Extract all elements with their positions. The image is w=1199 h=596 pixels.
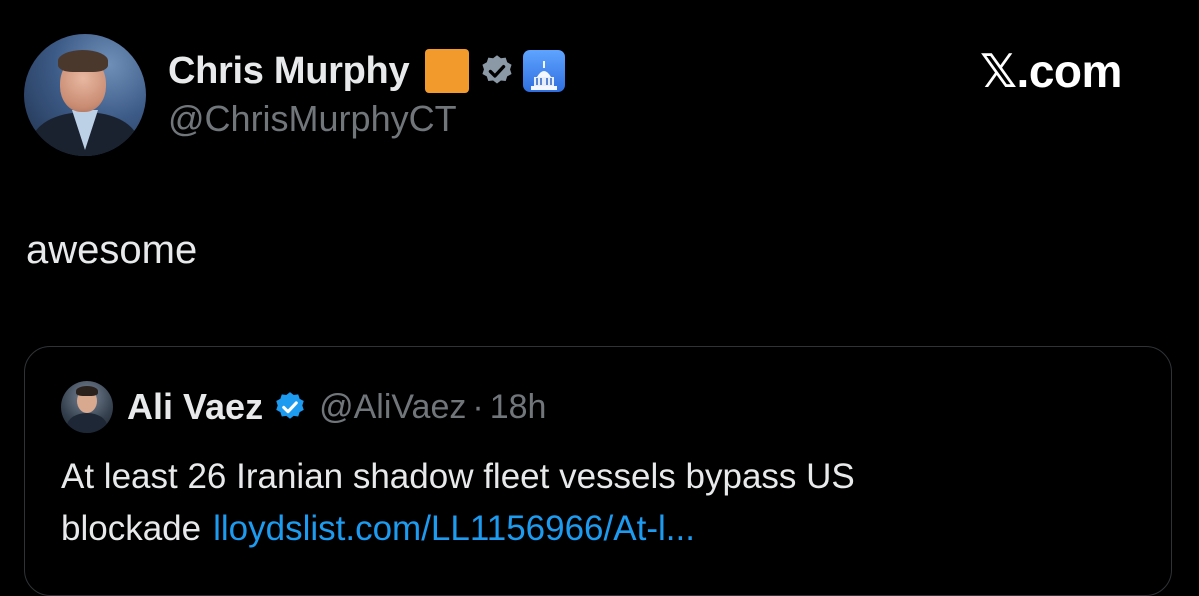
avatar-hair [58, 50, 108, 72]
author-name-row: Chris Murphy [168, 46, 566, 96]
orange-square-icon [425, 49, 470, 93]
author-avatar[interactable] [24, 34, 146, 156]
author-name[interactable]: Chris Murphy [168, 50, 410, 93]
author-handle[interactable]: @ChrisMurphyCT [168, 98, 457, 140]
x-logo-watermark: 𝕏.com [980, 45, 1122, 97]
quote-header: Ali Vaez @AliVaez · 18h [127, 385, 546, 429]
quote-verified-badge-icon [276, 392, 304, 419]
quote-avatar-body [67, 413, 107, 433]
quote-author-avatar[interactable] [61, 381, 113, 433]
quote-avatar-hair [76, 386, 98, 396]
quote-tweet-card[interactable]: Ali Vaez @AliVaez · 18h At least 26 Iran… [24, 346, 1172, 596]
verified-badge-icon [482, 55, 512, 84]
quote-separator: · [472, 387, 484, 426]
quote-body: At least 26 Iranian shadow fleet vessels… [61, 451, 1141, 555]
quote-author-name[interactable]: Ali Vaez [127, 386, 263, 428]
quote-author-handle[interactable]: @AliVaez [319, 388, 466, 427]
quote-link[interactable]: lloydslist.com/LL1156966/At-l... [213, 509, 695, 548]
capitol-icon [523, 50, 566, 92]
quote-timestamp[interactable]: 18h [490, 388, 547, 427]
tweet-text: awesome [26, 228, 198, 272]
